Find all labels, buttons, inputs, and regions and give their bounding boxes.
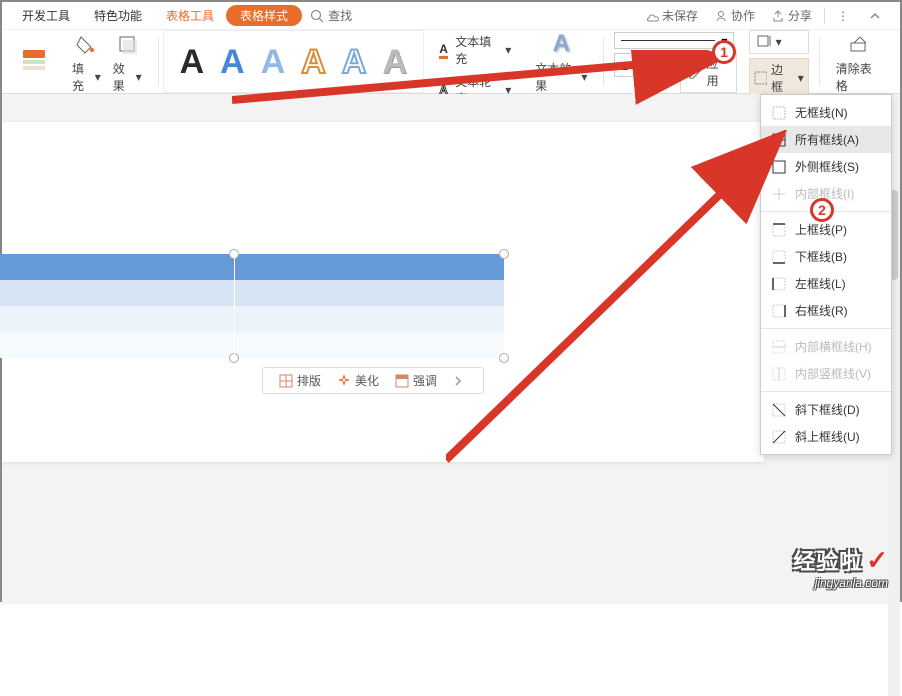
watermark: 经验啦✓ jingyanla.com [793, 544, 888, 590]
chevron-up-icon [869, 10, 881, 22]
share-button[interactable]: 分享 [763, 7, 820, 24]
collab-label: 协作 [731, 7, 755, 24]
search-icon [310, 9, 324, 23]
beautify-label: 美化 [355, 372, 379, 389]
search-label: 查找 [328, 7, 352, 24]
table-row[interactable] [0, 280, 504, 306]
share-label: 分享 [788, 7, 812, 24]
search-button[interactable]: 查找 [310, 7, 352, 24]
layout-icon [279, 374, 293, 388]
eraser-icon [848, 33, 870, 55]
border-dropdown-button[interactable]: 边框▾ [749, 58, 809, 98]
watermark-text: 经验啦 [793, 544, 862, 576]
effect-label: 效果 [113, 60, 136, 94]
menu-no-border[interactable]: 无框线(N) [761, 99, 891, 126]
more-menu[interactable]: ⋮ [829, 9, 857, 23]
layout-label: 排版 [297, 372, 321, 389]
sparkle-icon [337, 374, 351, 388]
fill-button[interactable]: 填充▾ [66, 30, 107, 94]
effect-button[interactable]: 效果▾ [107, 30, 148, 94]
selected-table[interactable]: 排版 美化 强调 [0, 254, 504, 358]
cloud-icon [645, 9, 659, 23]
watermark-url: jingyanla.com [793, 576, 888, 590]
emphasize-button[interactable]: 强调 [387, 372, 445, 389]
unsaved-label: 未保存 [662, 7, 698, 24]
clear-label: 清除表格 [836, 60, 882, 94]
border-label: 边框 [771, 61, 794, 95]
tab-table-tools[interactable]: 表格工具 [154, 7, 226, 24]
annotation-arrow-2 [446, 130, 796, 470]
collab-button[interactable]: 协作 [706, 7, 763, 24]
collapse-ribbon[interactable] [861, 10, 892, 22]
fill-label: 填充 [72, 60, 95, 94]
shape-style-button[interactable] [14, 47, 54, 77]
tab-features[interactable]: 特色功能 [82, 7, 154, 24]
shape-style-group [8, 30, 60, 93]
effect-icon [116, 33, 138, 55]
beautify-button[interactable]: 美化 [329, 372, 387, 389]
annotation-badge-2: 2 [810, 198, 834, 222]
table-row[interactable] [0, 306, 504, 332]
divider [824, 8, 825, 24]
emphasize-label: 强调 [413, 372, 437, 389]
annotation-arrow-1 [232, 50, 732, 110]
share-icon [771, 9, 785, 23]
annotation-badge-1: 1 [712, 40, 736, 64]
user-icon [714, 9, 728, 23]
tab-table-style[interactable]: 表格样式 [226, 5, 302, 26]
wordart-style-1[interactable]: A [172, 45, 213, 79]
bucket-icon [75, 33, 97, 55]
unsaved-indicator[interactable]: 未保存 [637, 7, 706, 24]
check-icon: ✓ [866, 545, 888, 576]
menubar: 开发工具 特色功能 表格工具 表格样式 查找 未保存 协作 分享 ⋮ [2, 2, 900, 30]
border-icon [754, 71, 767, 85]
layout-button[interactable]: 排版 [271, 372, 329, 389]
border-color-icon [756, 34, 772, 50]
emphasize-icon [395, 374, 409, 388]
table-row[interactable] [0, 254, 504, 280]
tab-dev-tools[interactable]: 开发工具 [10, 7, 82, 24]
border-color-button[interactable]: ▾ [749, 30, 809, 54]
table-row[interactable] [0, 332, 504, 358]
clear-table-button[interactable]: 清除表格 [830, 30, 888, 94]
